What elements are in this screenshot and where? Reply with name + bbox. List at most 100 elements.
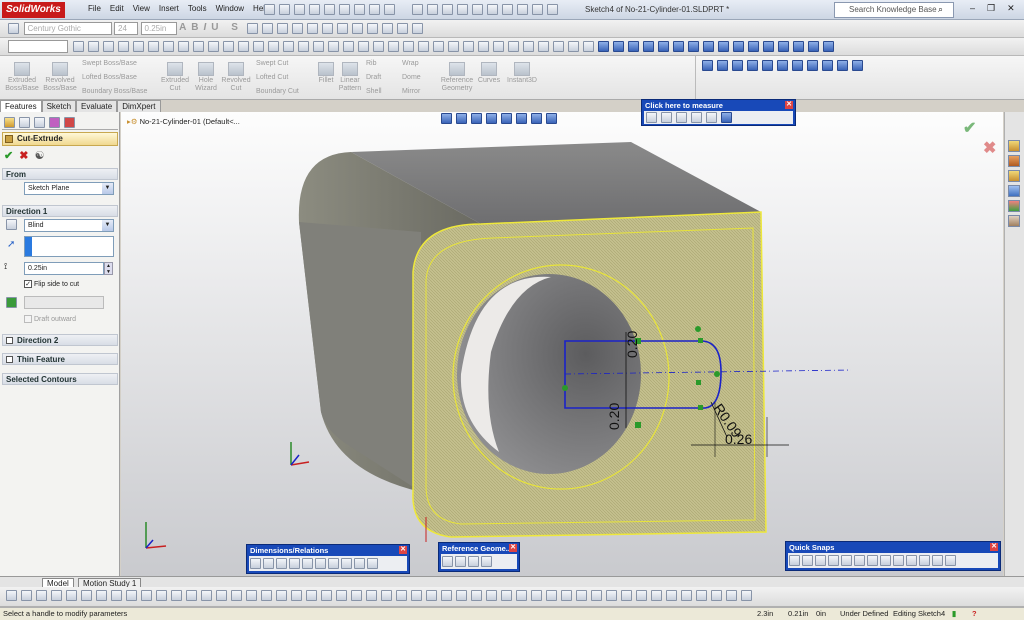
- view-cube-icon[interactable]: [837, 60, 848, 71]
- view-icon[interactable]: [532, 4, 543, 15]
- view-icon[interactable]: [472, 4, 483, 15]
- tool-icon[interactable]: [741, 590, 752, 601]
- section-view-icon[interactable]: [627, 41, 639, 52]
- lofted-boss-button[interactable]: Lofted Boss/Base: [82, 74, 137, 81]
- point-icon[interactable]: [481, 556, 492, 567]
- tool-icon[interactable]: [111, 590, 122, 601]
- flip-side-checkbox[interactable]: ✓ Flip side to cut: [24, 280, 79, 288]
- tool-icon[interactable]: [147, 41, 159, 52]
- tool-icon[interactable]: [126, 590, 137, 601]
- fillet-button[interactable]: Fillet: [314, 62, 338, 85]
- snap-icon[interactable]: [893, 555, 904, 566]
- home-icon[interactable]: [1008, 140, 1020, 152]
- tool-icon[interactable]: [576, 590, 587, 601]
- tool-icon[interactable]: [51, 590, 62, 601]
- save-icon[interactable]: [309, 4, 320, 15]
- rebuild-icon[interactable]: [369, 4, 380, 15]
- display-tab-icon[interactable]: [64, 117, 75, 128]
- dome-button[interactable]: Dome: [402, 74, 421, 81]
- view-icon[interactable]: [762, 41, 774, 52]
- menu-insert[interactable]: Insert: [159, 4, 179, 13]
- feature-tree-flyout[interactable]: ▸⚙ No-21-Cylinder-01 (Default<...: [127, 117, 240, 126]
- hole-wizard-button[interactable]: Hole Wizard: [192, 62, 220, 93]
- tool-icon[interactable]: [342, 41, 354, 52]
- dimensions-relations-title[interactable]: Dimensions/Relations ✕: [247, 545, 409, 556]
- view-cube-icon[interactable]: [792, 60, 803, 71]
- menu-view[interactable]: View: [133, 4, 150, 13]
- tool-icon[interactable]: [297, 41, 309, 52]
- tool-icon[interactable]: [582, 41, 594, 52]
- snap-icon[interactable]: [789, 555, 800, 566]
- view-orientation-icon[interactable]: [501, 113, 512, 124]
- options-icon[interactable]: [384, 4, 395, 15]
- normal-to-icon[interactable]: [702, 60, 713, 71]
- zoom-icon[interactable]: [642, 41, 654, 52]
- tool-icon[interactable]: [21, 590, 32, 601]
- zoom-area-icon[interactable]: [456, 113, 467, 124]
- tool-icon[interactable]: [381, 590, 392, 601]
- dim-icon[interactable]: [315, 558, 326, 569]
- dim-top-height[interactable]: 0.20: [624, 331, 640, 358]
- tool-icon[interactable]: [246, 590, 257, 601]
- close-icon[interactable]: ✕: [509, 544, 517, 552]
- tab-sketch[interactable]: Sketch: [41, 100, 77, 112]
- from-select[interactable]: Sketch Plane ▼: [24, 182, 114, 195]
- dim-icon[interactable]: [367, 558, 378, 569]
- dim-icon[interactable]: [354, 558, 365, 569]
- view-icon[interactable]: [457, 4, 468, 15]
- tool-icon[interactable]: [636, 590, 647, 601]
- ok-icon[interactable]: ✔: [4, 150, 13, 162]
- tool-icon[interactable]: [417, 41, 429, 52]
- measure-toolbar-title[interactable]: Click here to measure ✕: [642, 100, 795, 111]
- undo-icon[interactable]: [339, 4, 350, 15]
- tool-icon[interactable]: [276, 590, 287, 601]
- view-icon[interactable]: [442, 4, 453, 15]
- tool-icon[interactable]: [507, 41, 519, 52]
- tool-icon[interactable]: [372, 41, 384, 52]
- tool-icon[interactable]: [552, 41, 564, 52]
- coord-system-icon[interactable]: [468, 556, 479, 567]
- view-icon[interactable]: [732, 41, 744, 52]
- confirm-cancel-icon[interactable]: ✖: [983, 138, 996, 158]
- menu-file[interactable]: File: [88, 4, 101, 13]
- snap-icon[interactable]: [841, 555, 852, 566]
- justify-icon[interactable]: [292, 23, 304, 34]
- tool-icon[interactable]: [141, 590, 152, 601]
- tool-icon[interactable]: [222, 41, 234, 52]
- tool-icon[interactable]: [477, 41, 489, 52]
- wrap-button[interactable]: Wrap: [402, 60, 419, 67]
- tool-icon[interactable]: [291, 590, 302, 601]
- revolved-cut-button[interactable]: Revolved Cut: [220, 62, 252, 93]
- view-cube-icon[interactable]: [777, 60, 788, 71]
- swept-boss-button[interactable]: Swept Boss/Base: [82, 60, 137, 67]
- tool-icon[interactable]: [681, 590, 692, 601]
- view-icon[interactable]: [547, 4, 558, 15]
- view-palette-icon[interactable]: [1008, 185, 1020, 197]
- dim-icon[interactable]: [276, 558, 287, 569]
- print-icon[interactable]: [324, 4, 335, 15]
- measure-icon[interactable]: [646, 112, 657, 123]
- hide-show-icon[interactable]: [531, 113, 542, 124]
- tool-icon[interactable]: [186, 590, 197, 601]
- tool-icon[interactable]: [621, 590, 632, 601]
- help-icon[interactable]: ?: [972, 608, 977, 620]
- direction2-section-header[interactable]: Direction 2: [2, 334, 118, 346]
- zoom-fit-icon[interactable]: [441, 113, 452, 124]
- text-style-buttons[interactable]: ABIU S: [179, 22, 243, 33]
- snap-icon[interactable]: [854, 555, 865, 566]
- tool-icon[interactable]: [177, 41, 189, 52]
- tab-dimxpert[interactable]: DimXpert: [117, 100, 161, 112]
- tool-icon[interactable]: [231, 590, 242, 601]
- confirm-ok-icon[interactable]: ✔: [963, 118, 976, 138]
- tool-icon[interactable]: [66, 590, 77, 601]
- view-icon[interactable]: [717, 41, 729, 52]
- zoom-fit-icon[interactable]: [657, 41, 669, 52]
- tool-icon[interactable]: [327, 41, 339, 52]
- selected-contours-section-header[interactable]: Selected Contours: [2, 373, 118, 385]
- view-icon[interactable]: [792, 41, 804, 52]
- tool-icon[interactable]: [201, 590, 212, 601]
- font-select[interactable]: Century Gothic: [23, 22, 112, 35]
- reference-geometry-title[interactable]: Reference Geome... ✕: [439, 543, 519, 554]
- file-explorer-icon[interactable]: [1008, 170, 1020, 182]
- tool-icon[interactable]: [282, 41, 294, 52]
